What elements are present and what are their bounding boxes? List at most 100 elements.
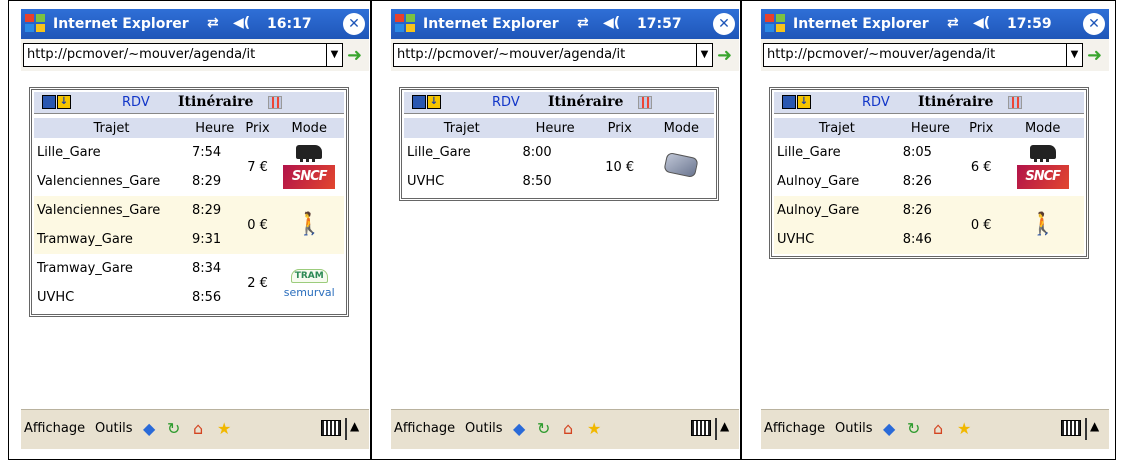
close-icon[interactable]: ✕ xyxy=(713,13,735,35)
table-row: Lille_Gare 7:54 7 € SNCF xyxy=(34,138,344,189)
menu-outils[interactable]: Outils xyxy=(95,421,133,436)
tab-itineraire[interactable]: Itinéraire xyxy=(918,94,993,110)
windows-start-icon[interactable] xyxy=(765,14,789,34)
tab-rdv[interactable]: RDV xyxy=(492,95,520,110)
grid-icon[interactable] xyxy=(1008,96,1022,109)
clock[interactable]: 17:57 xyxy=(637,16,682,32)
favorites-star-icon[interactable]: ★ xyxy=(217,419,231,438)
home-icon[interactable]: ⌂ xyxy=(933,419,943,438)
address-input[interactable]: http://pcmover/~mouver/agenda/it xyxy=(393,43,697,67)
table-row: Tramway_Gare 8:34 2 € TRAM semurval xyxy=(34,254,344,299)
tab-rdv[interactable]: RDV xyxy=(862,95,890,110)
app-title: Internet Explorer xyxy=(53,16,189,32)
go-arrow-icon[interactable]: ➜ xyxy=(717,45,732,66)
trajet-cell: Valenciennes_Gare xyxy=(34,196,189,225)
arrow-down-icon[interactable]: ↓ xyxy=(797,95,811,109)
card-header: ↓ RDV Itinéraire xyxy=(774,92,1084,114)
column-header: Trajet xyxy=(34,118,189,138)
back-arrow-icon[interactable]: ◆ xyxy=(513,419,525,438)
calendar-icon[interactable] xyxy=(412,95,426,109)
bus-icon xyxy=(663,151,700,179)
volume-icon[interactable]: ◀( xyxy=(603,15,620,31)
address-bar: http://pcmover/~mouver/agenda/it ▼ ➜ xyxy=(21,39,369,71)
app-title: Internet Explorer xyxy=(423,16,559,32)
keyboard-icon[interactable] xyxy=(691,420,711,436)
input-panel-arrow-icon[interactable]: ▲ xyxy=(350,419,359,433)
panel-divider xyxy=(740,0,742,460)
windows-start-icon[interactable] xyxy=(395,14,419,34)
mode-cell: 🚶 xyxy=(1001,196,1084,254)
mode-cell: SNCF xyxy=(274,138,344,196)
menu-outils[interactable]: Outils xyxy=(465,421,503,436)
windows-start-icon[interactable] xyxy=(25,14,49,34)
toolbar-divider xyxy=(345,418,347,440)
tab-itineraire[interactable]: Itinéraire xyxy=(178,94,253,110)
trajet-cell: Lille_Gare xyxy=(407,145,471,160)
trajet-cell: Aulnoy_Gare xyxy=(774,196,900,225)
refresh-icon[interactable]: ↻ xyxy=(167,419,180,438)
heure-cell: 8:34 xyxy=(191,261,222,276)
arrow-down-icon[interactable]: ↓ xyxy=(427,95,441,109)
address-input[interactable]: http://pcmover/~mouver/agenda/it xyxy=(23,43,327,67)
arrow-down-icon[interactable]: ↓ xyxy=(57,95,71,109)
heure-cell: 8:05 xyxy=(902,145,932,160)
connectivity-icon[interactable]: ⇄ xyxy=(207,15,219,31)
menu-affichage[interactable]: Affichage xyxy=(24,421,85,436)
heure-cell: 8:29 xyxy=(191,174,222,189)
connectivity-icon[interactable]: ⇄ xyxy=(577,15,589,31)
menu-affichage[interactable]: Affichage xyxy=(764,421,825,436)
phone-screen: Internet Explorer ⇄ ◀( 17:57 ✕ http://pcmover… xyxy=(391,9,739,449)
calendar-icon[interactable] xyxy=(42,95,56,109)
grid-icon[interactable] xyxy=(638,96,652,109)
clock[interactable]: 17:59 xyxy=(1007,16,1052,32)
volume-icon[interactable]: ◀( xyxy=(973,15,990,31)
title-bar: Internet Explorer ⇄ ◀( 16:17 ✕ xyxy=(21,9,369,39)
volume-icon[interactable]: ◀( xyxy=(233,15,250,31)
address-input[interactable]: http://pcmover/~mouver/agenda/it xyxy=(763,43,1067,67)
heure-cell: 8:00 xyxy=(522,145,552,160)
prix-cell: 0 € xyxy=(240,196,275,254)
favorites-star-icon[interactable]: ★ xyxy=(587,419,601,438)
panel-divider xyxy=(370,0,372,460)
chevron-down-icon[interactable]: ▼ xyxy=(697,43,713,67)
sncf-icon: SNCF xyxy=(1016,165,1069,189)
column-header: Heure xyxy=(519,118,591,138)
chevron-down-icon[interactable]: ▼ xyxy=(327,43,343,67)
input-panel-arrow-icon[interactable]: ▲ xyxy=(1090,419,1099,433)
go-arrow-icon[interactable]: ➜ xyxy=(1087,45,1102,66)
walk-icon: 🚶 xyxy=(1028,212,1057,237)
menu-affichage[interactable]: Affichage xyxy=(394,421,455,436)
connectivity-icon[interactable]: ⇄ xyxy=(947,15,959,31)
card-header: ↓ RDV Itinéraire xyxy=(404,92,714,114)
trajet-cell: UVHC xyxy=(774,225,900,254)
home-icon[interactable]: ⌂ xyxy=(193,419,203,438)
input-panel-arrow-icon[interactable]: ▲ xyxy=(720,419,729,433)
calendar-icon[interactable] xyxy=(782,95,796,109)
back-arrow-icon[interactable]: ◆ xyxy=(143,419,155,438)
grid-icon[interactable] xyxy=(268,96,282,109)
close-icon[interactable]: ✕ xyxy=(1083,13,1105,35)
bottom-toolbar: Affichage Outils ◆ ↻ ⌂ ★ ▲ xyxy=(21,409,369,449)
card-header: ↓ RDV Itinéraire xyxy=(34,92,344,114)
keyboard-icon[interactable] xyxy=(321,420,341,436)
chevron-down-icon[interactable]: ▼ xyxy=(1067,43,1083,67)
keyboard-icon[interactable] xyxy=(1061,420,1081,436)
itinerary-card: ↓ RDV Itinéraire Trajet Heure Prix Mode Lille_G… xyxy=(769,87,1089,259)
address-bar: http://pcmover/~mouver/agenda/it ▼ ➜ xyxy=(761,39,1109,71)
favorites-star-icon[interactable]: ★ xyxy=(957,419,971,438)
back-arrow-icon[interactable]: ◆ xyxy=(883,419,895,438)
tab-rdv[interactable]: RDV xyxy=(122,95,150,110)
home-icon[interactable]: ⌂ xyxy=(563,419,573,438)
tab-itineraire[interactable]: Itinéraire xyxy=(548,94,623,110)
refresh-icon[interactable]: ↻ xyxy=(537,419,550,438)
refresh-icon[interactable]: ↻ xyxy=(907,419,920,438)
clock[interactable]: 16:17 xyxy=(267,16,312,32)
trajet-cell: Tramway_Gare xyxy=(37,261,133,276)
table-header-row: Trajet Heure Prix Mode xyxy=(34,118,344,138)
menu-outils[interactable]: Outils xyxy=(835,421,873,436)
column-header: Prix xyxy=(961,118,1002,138)
close-icon[interactable]: ✕ xyxy=(343,13,365,35)
trajet-cell: UVHC xyxy=(37,290,75,305)
go-arrow-icon[interactable]: ➜ xyxy=(347,45,362,66)
bottom-toolbar: Affichage Outils ◆ ↻ ⌂ ★ ▲ xyxy=(391,409,739,449)
